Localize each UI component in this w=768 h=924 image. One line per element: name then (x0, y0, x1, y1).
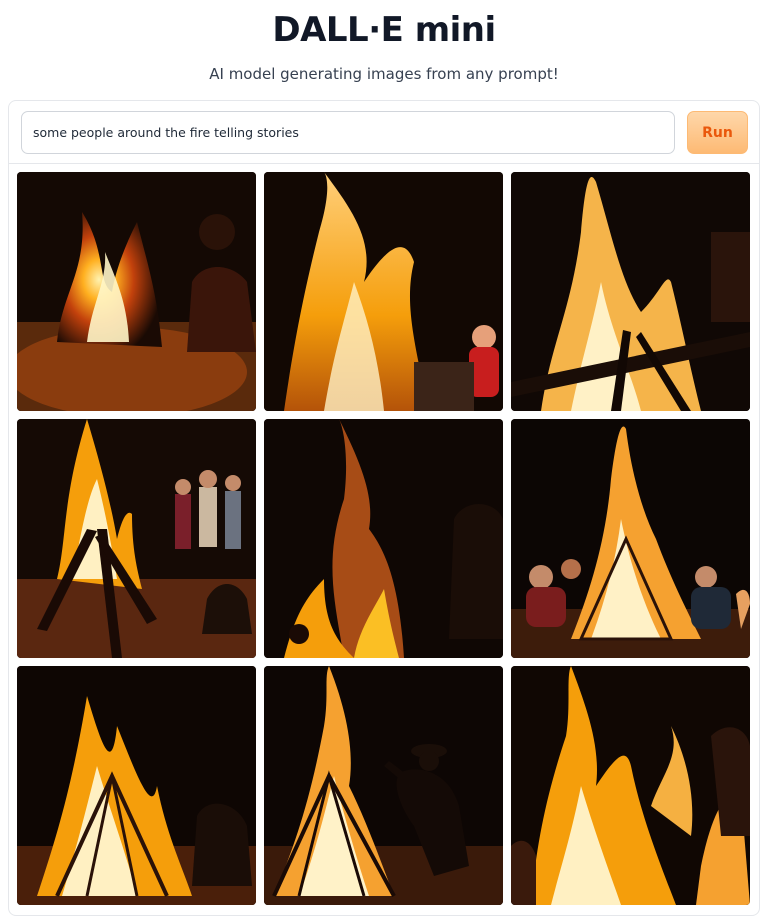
generated-image-7[interactable] (17, 666, 256, 905)
app-subtitle: AI model generating images from any prom… (209, 65, 559, 83)
run-button[interactable]: Run (687, 111, 748, 154)
generated-image-1[interactable] (17, 172, 256, 411)
app-title: DALL·E mini (272, 10, 496, 50)
generated-image-9[interactable] (511, 666, 750, 905)
generated-image-4[interactable] (17, 419, 256, 658)
generated-image-5[interactable] (264, 419, 503, 658)
prompt-row: Run (9, 101, 759, 164)
generated-image-2[interactable] (264, 172, 503, 411)
generator-panel: Run (8, 100, 760, 916)
generated-image-8[interactable] (264, 666, 503, 905)
image-gallery (17, 172, 753, 908)
generated-image-3[interactable] (511, 172, 750, 411)
generated-image-6[interactable] (511, 419, 750, 658)
prompt-input[interactable] (21, 111, 675, 154)
